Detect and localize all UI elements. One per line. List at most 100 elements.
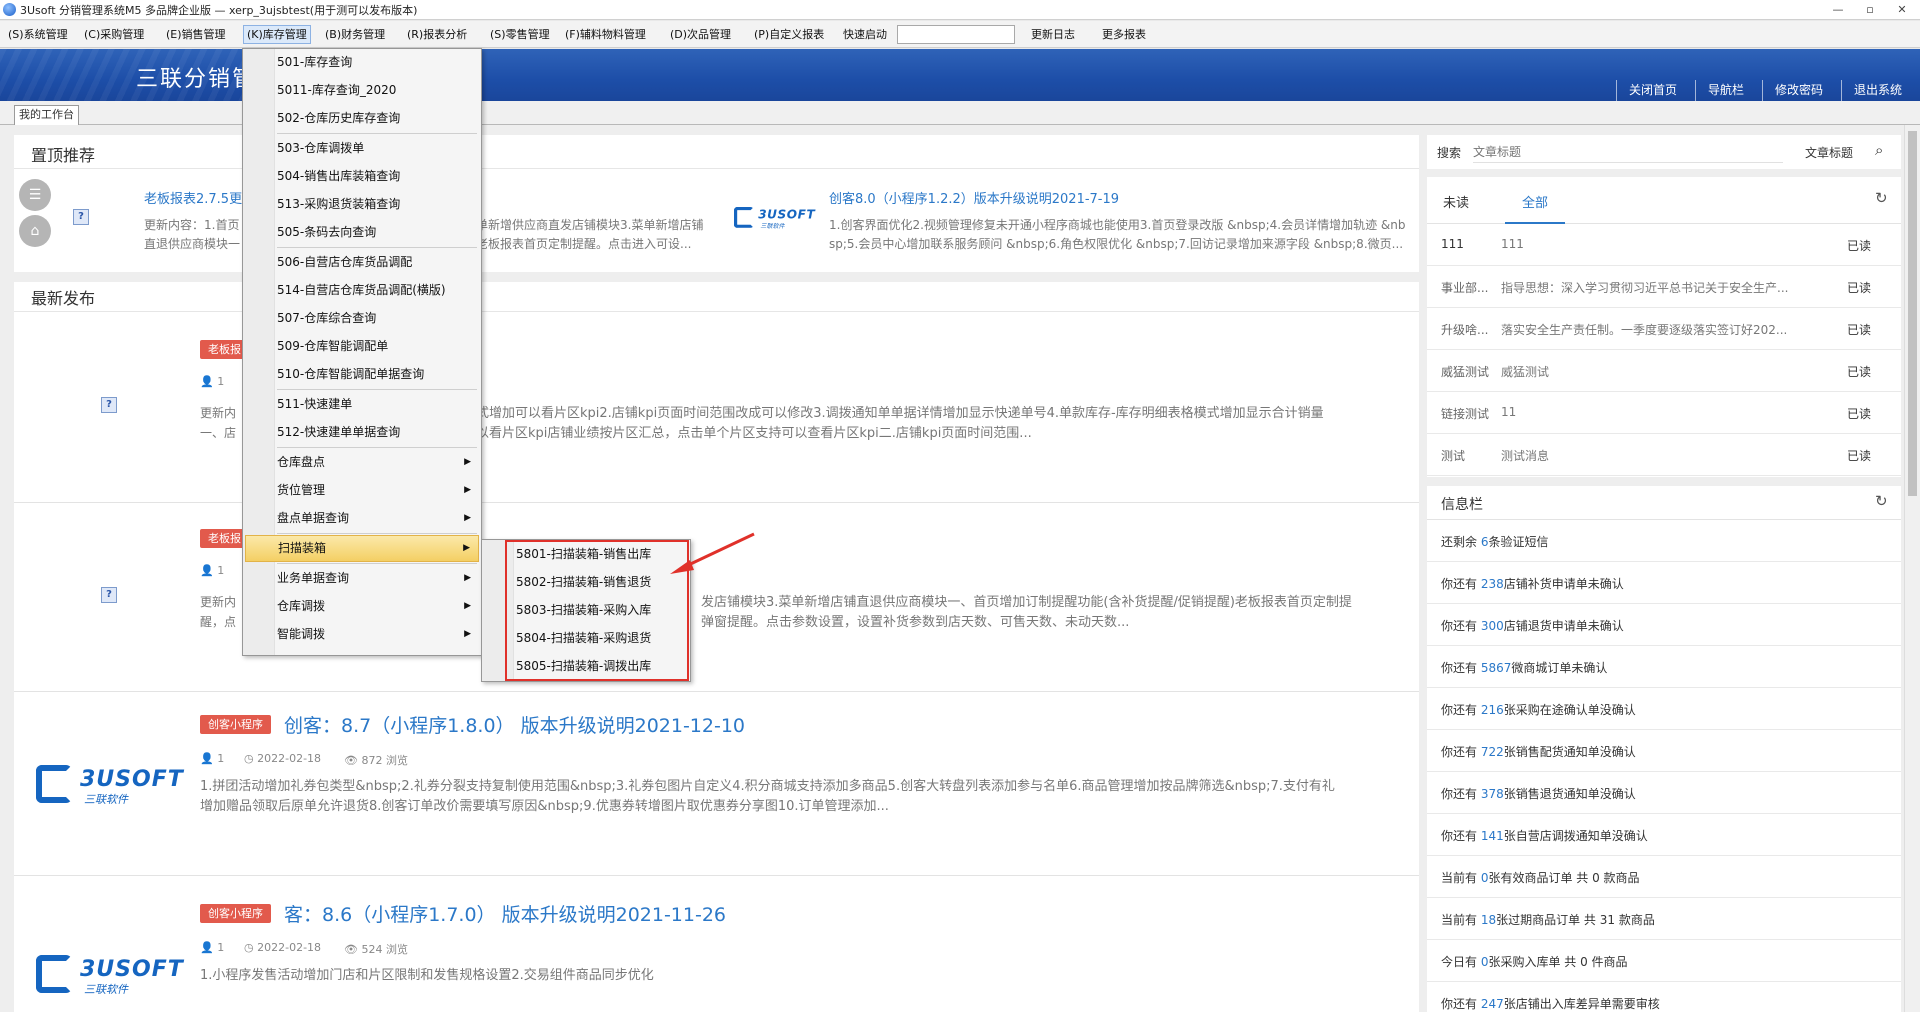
minimize-button[interactable]: — — [1824, 1, 1852, 18]
scrollbar-thumb[interactable] — [1908, 131, 1917, 496]
menu-item-502[interactable]: 502-仓库历史库存查询 — [245, 105, 479, 132]
tab-workbench[interactable]: 我的工作台 — [14, 105, 79, 125]
menu-item-510[interactable]: 510-仓库智能调配单据查询 — [245, 361, 479, 388]
menu-item-scan-packing-label: 扫描装箱 — [278, 541, 327, 555]
menu-defects[interactable]: (D)次品管理 — [667, 25, 734, 44]
message-row[interactable]: 111 111 已读 — [1427, 224, 1901, 266]
pinned-item2-title[interactable]: 创客8.0（小程序1.2.2）版本升级说明2021-7-19 — [829, 188, 1119, 207]
menu-item-504[interactable]: 504-销售出库装箱查询 — [245, 163, 479, 190]
tab-all[interactable]: 全部 — [1522, 192, 1548, 211]
menu-item-stocktake-label: 仓库盘点 — [277, 455, 326, 469]
menu-sales[interactable]: (E)销售管理 — [163, 25, 229, 44]
menu-reports[interactable]: (R)报表分析 — [404, 25, 470, 44]
menu-inventory[interactable]: (K)库存管理 — [243, 25, 311, 44]
restore-button[interactable]: ▫ — [1856, 1, 1884, 18]
info-row[interactable]: 你还有 216张采购在途确认单没确认 — [1427, 688, 1901, 730]
change-password-link[interactable]: 修改密码 — [1761, 80, 1841, 101]
messages-tabs: 未读 全部 ↻ — [1427, 177, 1901, 224]
menu-item-5011[interactable]: 5011-库存查询_2020 — [245, 77, 479, 104]
search-type-label[interactable]: 文章标题 — [1805, 144, 1853, 161]
message-row[interactable]: 链接测试 11 已读 — [1427, 392, 1901, 434]
item4-title[interactable]: 客：8.6（小程序1.7.0） 版本升级说明2021-11-26 — [284, 900, 726, 927]
tab-unread[interactable]: 未读 — [1443, 192, 1469, 211]
navbar-link[interactable]: 导航栏 — [1694, 80, 1762, 101]
menu-item-location[interactable]: 货位管理 ▶ — [245, 477, 479, 504]
item3-title[interactable]: 创客：8.7（小程序1.8.0） 版本升级说明2021-12-10 — [284, 711, 745, 738]
info-card: 信息栏 ↻ 还剩余 6条验证短信 你还有 238店铺补货申请单未确认 你还有 3… — [1427, 486, 1901, 1012]
info-row[interactable]: 你还有 141张自营店调拨通知单没确认 — [1427, 814, 1901, 856]
item4-meta-date-text: 2022-02-18 — [257, 941, 322, 954]
close-button[interactable]: ✕ — [1888, 1, 1916, 18]
item4-meta-views-text: 524 浏览 — [361, 943, 408, 956]
menu-item-514[interactable]: 514-自营店仓库货品调配(横版) — [245, 277, 479, 304]
menu-item-507[interactable]: 507-仓库综合查询 — [245, 305, 479, 332]
logo-brand: 3USOFT — [80, 767, 184, 792]
menu-separator — [277, 133, 477, 134]
item2-image-icon: ? — [101, 587, 117, 603]
quick-launch-input[interactable] — [897, 25, 1015, 44]
menu-retail[interactable]: (S)零售管理 — [487, 25, 553, 44]
message-row[interactable]: 测试 测试消息 已读 — [1427, 434, 1901, 476]
search-input[interactable] — [1473, 141, 1783, 163]
search-card: 搜索 文章标题 ⌕ — [1427, 135, 1901, 169]
page-scrollbar[interactable] — [1904, 125, 1920, 1012]
menu-separator — [277, 247, 477, 248]
chevron-right-icon: ▶ — [464, 629, 471, 639]
pinned-section-title: 置顶推荐 — [31, 146, 96, 165]
more-reports-link[interactable]: 更多报表 — [1099, 25, 1149, 44]
info-refresh-icon[interactable]: ↻ — [1875, 492, 1888, 510]
menu-item-stocktake-query[interactable]: 盘点单据查询 ▶ — [245, 505, 479, 532]
menu-system[interactable]: (S)系统管理 — [5, 25, 71, 44]
menu-item-512[interactable]: 512-快速建单单据查询 — [245, 419, 479, 446]
latest-section-title: 最新发布 — [31, 289, 96, 308]
menu-item-511[interactable]: 511-快速建单 — [245, 391, 479, 418]
window-titlebar: 3Usoft 分销管理系统M5 多品牌企业版 — xerp_3ujsbtest(… — [0, 0, 1920, 20]
message-row[interactable]: 事业部... 指导思想：深入学习贯彻习近平总书记关于安全生产... 已读 — [1427, 266, 1901, 308]
info-row[interactable]: 当前有 18张过期商品订单 共 31 款商品 — [1427, 898, 1901, 940]
menu-item-501[interactable]: 501-库存查询 — [245, 49, 479, 76]
search-icon[interactable]: ⌕ — [1875, 141, 1883, 159]
info-row-text: 你还有 300店铺退货申请单未确认 — [1441, 617, 1624, 634]
info-row[interactable]: 今日有 0张采购入库单 共 0 件商品 — [1427, 940, 1901, 982]
info-row[interactable]: 你还有 247张店铺出入库差异单需要审核 — [1427, 982, 1901, 1012]
menu-item-smart-transfer[interactable]: 智能调拨 ▶ — [245, 621, 479, 648]
menu-item-503[interactable]: 503-仓库调拨单 — [245, 135, 479, 162]
menu-materials[interactable]: (F)辅料物料管理 — [562, 25, 649, 44]
message-row[interactable]: 升级啥... 落实安全生产责任制。一季度要逐级落实签订好202... 已读 — [1427, 308, 1901, 350]
info-row-post: 张销售配货通知单没确认 — [1503, 745, 1636, 759]
red-highlight-box — [505, 540, 689, 681]
info-row[interactable]: 当前有 0张有效商品订单 共 0 款商品 — [1427, 856, 1901, 898]
info-row[interactable]: 还剩余 6条验证短信 — [1427, 520, 1901, 562]
info-row[interactable]: 你还有 238店铺补货申请单未确认 — [1427, 562, 1901, 604]
chevron-right-icon: ▶ — [464, 513, 471, 523]
logo-sub: 三联软件 — [84, 793, 128, 806]
menu-item-transfer[interactable]: 仓库调拨 ▶ — [245, 593, 479, 620]
info-row[interactable]: 你还有 5867微商城订单未确认 — [1427, 646, 1901, 688]
menu-item-505[interactable]: 505-条码去向查询 — [245, 219, 479, 246]
home-circle-icon[interactable]: ⌂ — [19, 215, 51, 247]
info-row-text: 今日有 0张采购入库单 共 0 件商品 — [1441, 953, 1628, 970]
message-row[interactable]: 威猛测试 威猛测试 已读 — [1427, 350, 1901, 392]
refresh-icon[interactable]: ↻ — [1875, 189, 1888, 207]
menu-item-513[interactable]: 513-采购退货装箱查询 — [245, 191, 479, 218]
update-log-link[interactable]: 更新日志 — [1028, 25, 1078, 44]
menu-purchase[interactable]: (C)采购管理 — [81, 25, 147, 44]
chevron-right-icon: ▶ — [464, 485, 471, 495]
menu-item-scan-packing[interactable]: 扫描装箱 ▶ — [245, 535, 479, 562]
info-row[interactable]: 你还有 300店铺退货申请单未确认 — [1427, 604, 1901, 646]
message-text: 威猛测试 — [1501, 365, 1550, 379]
menu-item-stocktake[interactable]: 仓库盘点 ▶ — [245, 449, 479, 476]
info-row[interactable]: 你还有 378张销售退货通知单没确认 — [1427, 772, 1901, 814]
logout-link[interactable]: 退出系统 — [1840, 80, 1920, 101]
menu-item-business-docs[interactable]: 业务单据查询 ▶ — [245, 565, 479, 592]
pinned-divider — [14, 168, 1419, 169]
menu-custom-reports[interactable]: (P)自定义报表 — [751, 25, 827, 44]
logo-brand: 3USOFT — [80, 957, 184, 982]
close-home-link[interactable]: 关闭首页 — [1615, 80, 1695, 101]
menu-item-509[interactable]: 509-仓库智能调配单 — [245, 333, 479, 360]
info-row[interactable]: 你还有 722张销售配货通知单没确认 — [1427, 730, 1901, 772]
pinned-item1-title[interactable]: 老板报表2.7.5更 — [144, 188, 242, 207]
menu-finance[interactable]: (B)财务管理 — [322, 25, 388, 44]
menu-item-506[interactable]: 506-自营店仓库货品调配 — [245, 249, 479, 276]
menu-circle-icon[interactable]: ☰ — [19, 179, 51, 211]
